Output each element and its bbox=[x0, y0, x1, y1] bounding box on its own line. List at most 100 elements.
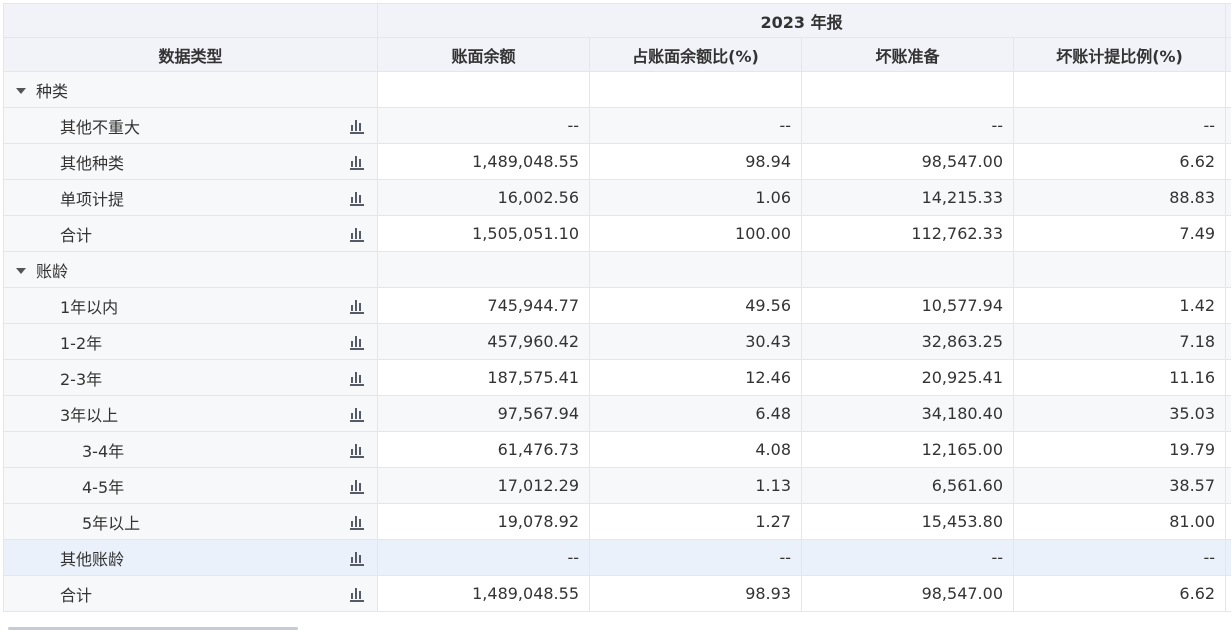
header-blank bbox=[3, 3, 378, 38]
row-label: 1-2年 bbox=[60, 333, 103, 353]
empty-cell bbox=[1225, 251, 1231, 288]
cell-provision: 32,863.25 bbox=[801, 323, 1014, 360]
row-label: 单项计提 bbox=[60, 189, 125, 209]
table-row: 4-5年 17,012.29 1.13 6,561.60 38.57 bbox=[3, 467, 1231, 504]
cell-ratio: -- bbox=[589, 539, 802, 576]
financial-report-table: 2023 年报 数据类型 账面余额 占账面余额比(%) 坏账准备 坏账计提比例(… bbox=[3, 3, 1231, 612]
cell-prov-ratio: 7.18 bbox=[1012, 323, 1227, 360]
cell-balance: 1,505,051.10 bbox=[377, 215, 590, 252]
table-row: 其他种类 1,489,048.55 98.94 98,547.00 6.62 bbox=[3, 143, 1231, 180]
bar-chart-icon[interactable] bbox=[349, 298, 365, 314]
empty-cell bbox=[589, 251, 802, 288]
bar-chart-icon[interactable] bbox=[349, 118, 365, 134]
row-label: 5年以上 bbox=[82, 513, 141, 533]
cell-ratio: -- bbox=[589, 107, 802, 144]
header-filler bbox=[1225, 3, 1231, 38]
cell-balance: 16,002.56 bbox=[377, 179, 590, 216]
empty-cell bbox=[801, 251, 1014, 288]
header-col-prov-ratio: 坏账计提比例(%) bbox=[1012, 37, 1227, 72]
row-label: 1年以内 bbox=[60, 297, 119, 317]
cell-ratio: 30.43 bbox=[589, 323, 802, 360]
empty-cell bbox=[1225, 431, 1231, 468]
header-year-report: 2023 年报 bbox=[376, 3, 1227, 38]
cell-provision: 10,577.94 bbox=[801, 287, 1014, 324]
header-col-provision: 坏账准备 bbox=[801, 37, 1014, 72]
cell-balance: -- bbox=[377, 107, 590, 144]
group-toggle[interactable]: 账龄 bbox=[3, 251, 378, 288]
header-filler bbox=[1225, 37, 1231, 72]
bar-chart-icon[interactable] bbox=[349, 226, 365, 242]
empty-cell bbox=[1225, 575, 1231, 612]
bar-chart-icon[interactable] bbox=[349, 550, 365, 566]
cell-ratio: 49.56 bbox=[589, 287, 802, 324]
empty-cell bbox=[1225, 143, 1231, 180]
cell-provision: 14,215.33 bbox=[801, 179, 1014, 216]
cell-ratio: 1.13 bbox=[589, 467, 802, 504]
cell-prov-ratio: 6.62 bbox=[1012, 143, 1227, 180]
bar-chart-icon[interactable] bbox=[349, 478, 365, 494]
cell-prov-ratio: 6.62 bbox=[1012, 575, 1227, 612]
row-label: 合计 bbox=[60, 585, 93, 605]
cell-provision: -- bbox=[801, 107, 1014, 144]
bar-chart-icon[interactable] bbox=[349, 406, 365, 422]
cell-ratio: 4.08 bbox=[589, 431, 802, 468]
cell-provision: 34,180.40 bbox=[801, 395, 1014, 432]
group-toggle[interactable]: 种类 bbox=[3, 71, 378, 108]
cell-balance: 745,944.77 bbox=[377, 287, 590, 324]
cell-prov-ratio: 35.03 bbox=[1012, 395, 1227, 432]
table-row: 2-3年 187,575.41 12.46 20,925.41 11.16 bbox=[3, 359, 1231, 396]
cell-provision: 20,925.41 bbox=[801, 359, 1014, 396]
header-col-ratio: 占账面余额比(%) bbox=[589, 37, 802, 72]
cell-provision: 98,547.00 bbox=[801, 143, 1014, 180]
cell-ratio: 1.06 bbox=[589, 179, 802, 216]
bar-chart-icon[interactable] bbox=[349, 154, 365, 170]
empty-cell bbox=[1225, 539, 1231, 576]
cell-prov-ratio: 19.79 bbox=[1012, 431, 1227, 468]
empty-cell bbox=[1225, 503, 1231, 540]
bar-chart-icon[interactable] bbox=[349, 442, 365, 458]
row-label: 其他种类 bbox=[60, 153, 125, 173]
empty-cell bbox=[589, 71, 802, 108]
empty-cell bbox=[1225, 323, 1231, 360]
cell-ratio: 98.93 bbox=[589, 575, 802, 612]
bar-chart-icon[interactable] bbox=[349, 514, 365, 530]
bar-chart-icon[interactable] bbox=[349, 334, 365, 350]
row-label: 3-4年 bbox=[82, 441, 125, 461]
cell-balance: 61,476.73 bbox=[377, 431, 590, 468]
cell-balance: 17,012.29 bbox=[377, 467, 590, 504]
empty-cell bbox=[801, 71, 1014, 108]
cell-balance: 457,960.42 bbox=[377, 323, 590, 360]
empty-cell bbox=[377, 71, 590, 108]
empty-cell bbox=[1225, 107, 1231, 144]
row-label: 2-3年 bbox=[60, 369, 103, 389]
header-col-balance: 账面余额 bbox=[377, 37, 590, 72]
cell-prov-ratio: 11.16 bbox=[1012, 359, 1227, 396]
empty-cell bbox=[377, 251, 590, 288]
empty-cell bbox=[1225, 287, 1231, 324]
cell-balance: 19,078.92 bbox=[377, 503, 590, 540]
empty-cell bbox=[1012, 251, 1227, 288]
group-row-aging[interactable]: 账龄 bbox=[3, 251, 1231, 288]
cell-prov-ratio: 88.83 bbox=[1012, 179, 1227, 216]
caret-down-icon[interactable] bbox=[16, 268, 26, 274]
cell-prov-ratio: 1.42 bbox=[1012, 287, 1227, 324]
bar-chart-icon[interactable] bbox=[349, 190, 365, 206]
cell-balance: -- bbox=[377, 539, 590, 576]
row-label: 合计 bbox=[60, 225, 93, 245]
header-col-type: 数据类型 bbox=[3, 37, 378, 72]
table-row: 合计 1,505,051.10 100.00 112,762.33 7.49 bbox=[3, 215, 1231, 252]
caret-down-icon[interactable] bbox=[16, 88, 26, 94]
row-label: 其他不重大 bbox=[60, 117, 141, 137]
bar-chart-icon[interactable] bbox=[349, 370, 365, 386]
bar-chart-icon[interactable] bbox=[349, 586, 365, 602]
cell-provision: -- bbox=[801, 539, 1014, 576]
empty-cell bbox=[1225, 467, 1231, 504]
table-row: 其他不重大 -- -- -- -- bbox=[3, 107, 1231, 144]
row-label: 其他账龄 bbox=[60, 549, 125, 569]
cell-ratio: 12.46 bbox=[589, 359, 802, 396]
cell-ratio: 100.00 bbox=[589, 215, 802, 252]
cell-ratio: 6.48 bbox=[589, 395, 802, 432]
table-row: 合计 1,489,048.55 98.93 98,547.00 6.62 bbox=[3, 575, 1231, 612]
cell-prov-ratio: 81.00 bbox=[1012, 503, 1227, 540]
group-row-kind[interactable]: 种类 bbox=[3, 71, 1231, 108]
